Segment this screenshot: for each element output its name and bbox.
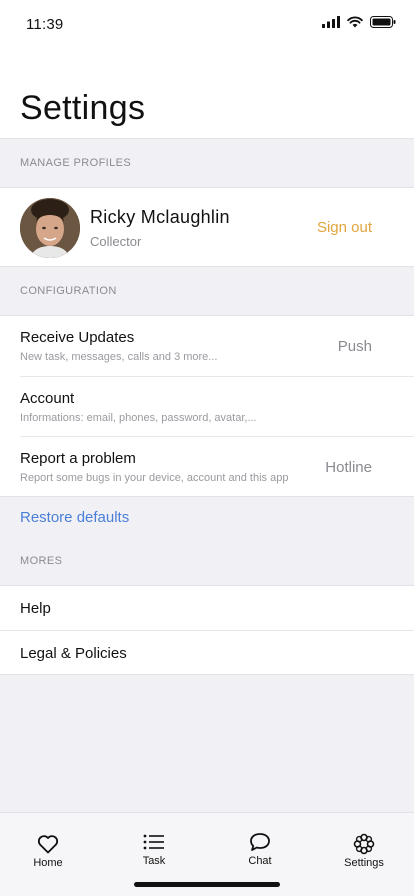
profile-name: Ricky Mclaughlin bbox=[90, 207, 230, 227]
section-header-configuration: CONFIGURATION bbox=[20, 285, 117, 297]
heart-icon bbox=[37, 833, 59, 855]
profile-row[interactable]: Ricky Mclaughlin Collector Sign out bbox=[0, 188, 414, 266]
profile-card: Ricky Mclaughlin Collector Sign out bbox=[0, 187, 414, 267]
menu-item-label: Legal & Policies bbox=[20, 645, 127, 662]
menu-item-legal-policies[interactable]: Legal & Policies bbox=[0, 630, 414, 674]
setting-subtitle: Informations: email, phones, password, a… bbox=[20, 412, 257, 424]
setting-title: Receive Updates bbox=[20, 329, 135, 346]
tab-home[interactable]: Home bbox=[8, 813, 88, 877]
tab-settings[interactable]: Settings bbox=[324, 813, 404, 877]
mores-card: Help Legal & Policies bbox=[0, 585, 414, 675]
setting-title: Report a problem bbox=[20, 450, 136, 467]
tab-task[interactable]: Task bbox=[114, 811, 194, 875]
tab-label: Chat bbox=[248, 855, 272, 867]
profile-role: Collector bbox=[90, 234, 142, 249]
setting-subtitle: New task, messages, calls and 3 more... bbox=[20, 351, 218, 363]
setting-row-receive-updates[interactable]: Receive Updates New task, messages, call… bbox=[0, 316, 414, 376]
list-icon bbox=[143, 831, 165, 853]
avatar bbox=[20, 198, 80, 258]
chat-bubble-icon bbox=[249, 831, 271, 853]
setting-row-report-problem[interactable]: Report a problem Report some bugs in you… bbox=[20, 436, 414, 496]
home-indicator[interactable] bbox=[134, 882, 280, 887]
header-area: 11:39 Settings bbox=[0, 0, 414, 139]
settings-flower-icon bbox=[353, 833, 375, 855]
avatar-image bbox=[20, 198, 80, 258]
signal-icon bbox=[322, 16, 340, 28]
tab-label: Task bbox=[142, 855, 166, 867]
setting-title: Account bbox=[20, 390, 75, 407]
setting-value: Hotline bbox=[325, 459, 372, 476]
status-icons bbox=[322, 16, 396, 28]
tab-label: Home bbox=[33, 857, 63, 869]
setting-row-account[interactable]: Account Informations: email, phones, pas… bbox=[20, 376, 414, 436]
page-title: Settings bbox=[20, 89, 146, 127]
menu-item-label: Help bbox=[20, 600, 51, 617]
setting-subtitle: Report some bugs in your device, account… bbox=[20, 472, 289, 484]
tab-label: Settings bbox=[344, 857, 384, 869]
status-bar: 11:39 bbox=[0, 0, 414, 48]
menu-item-help[interactable]: Help bbox=[0, 586, 414, 630]
wifi-icon bbox=[347, 16, 363, 28]
status-time: 11:39 bbox=[26, 16, 64, 33]
configuration-card: Receive Updates New task, messages, call… bbox=[0, 315, 414, 497]
setting-value: Push bbox=[337, 338, 372, 355]
battery-icon bbox=[370, 16, 396, 28]
section-header-mores: MORES bbox=[20, 555, 63, 567]
sign-out-button[interactable]: Sign out bbox=[317, 219, 372, 236]
tab-chat[interactable]: Chat bbox=[220, 811, 300, 875]
section-header-manage-profiles: MANAGE PROFILES bbox=[20, 157, 132, 169]
restore-defaults-button[interactable]: Restore defaults bbox=[0, 497, 414, 537]
